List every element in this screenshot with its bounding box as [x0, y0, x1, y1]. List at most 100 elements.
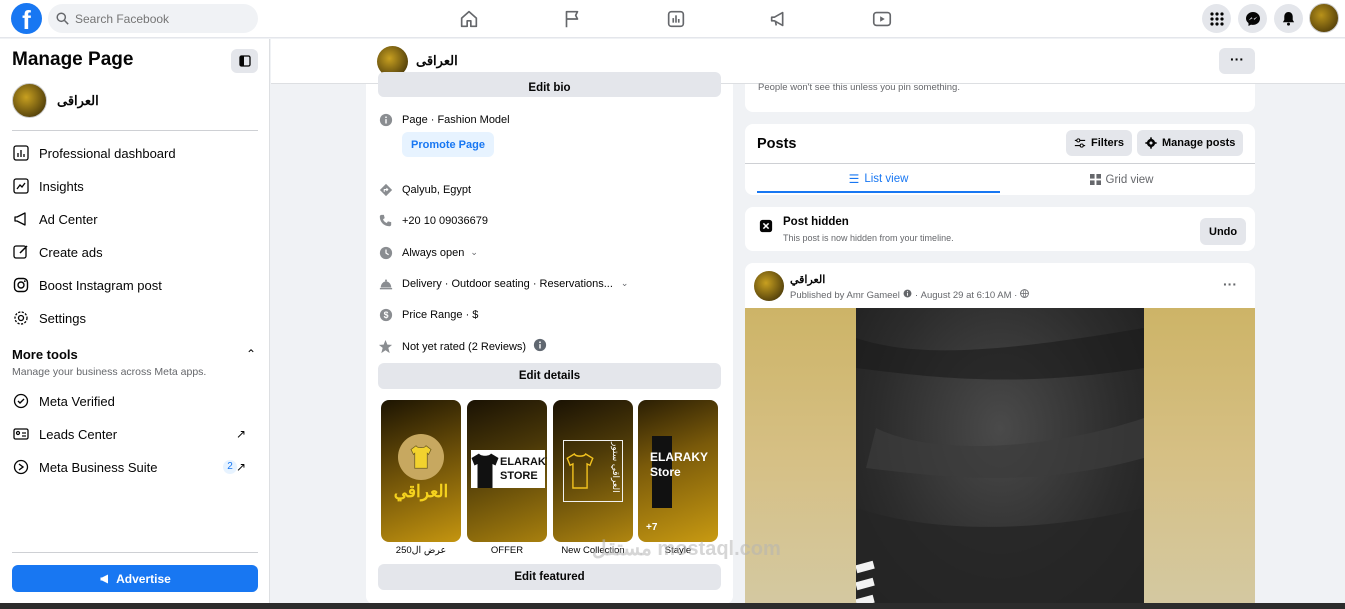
notification-badge: 2 — [223, 460, 237, 474]
insights-icon[interactable] — [665, 8, 687, 30]
filters-button[interactable]: Filters — [1066, 130, 1133, 156]
pinned-note: People won't see this unless you pin som… — [758, 82, 960, 93]
sidebar-item-meta-business-suite[interactable]: Meta Business Suite ↗ — [12, 455, 258, 479]
page-switcher[interactable]: العراقى — [12, 83, 99, 118]
published-by[interactable]: Published by Amr Gameel — [790, 290, 900, 301]
post-date[interactable]: August 29 at 6:10 AM — [921, 290, 1012, 301]
phone-icon — [378, 213, 393, 228]
gear-icon — [12, 309, 30, 327]
post-card: العراقي Published by Amr Gameel · August… — [745, 263, 1255, 609]
search-box[interactable] — [48, 4, 258, 33]
promote-page-button[interactable]: Promote Page — [402, 132, 494, 157]
tab-grid-view[interactable]: Grid view — [1000, 166, 1243, 193]
chevron-up-icon[interactable]: ⌃ — [246, 347, 256, 361]
post-media[interactable] — [745, 308, 1255, 609]
home-icon[interactable] — [458, 8, 480, 30]
clock-icon — [378, 245, 393, 260]
external-link-icon: ↗ — [235, 460, 246, 474]
top-navigation-bar: f — [0, 0, 1345, 38]
divider — [745, 163, 1255, 164]
post-more-button[interactable]: ··· — [1223, 276, 1237, 292]
megaphone-icon[interactable] — [768, 8, 790, 30]
menu-grid-button[interactable] — [1202, 4, 1231, 33]
pinned-post-card: People won't see this unless you pin som… — [745, 82, 1255, 112]
page-name: العراقى — [57, 92, 99, 108]
post-avatar[interactable] — [754, 271, 784, 301]
search-input[interactable] — [75, 11, 245, 26]
edit-featured-button[interactable]: Edit featured — [378, 564, 721, 590]
close-box-icon — [759, 219, 773, 233]
featured-art-text: ELARAKY Store — [650, 450, 708, 479]
sidebar-item-settings[interactable]: Settings — [12, 306, 258, 330]
more-tools-title[interactable]: More tools — [12, 347, 78, 362]
edit-details-button[interactable]: Edit details — [378, 363, 721, 389]
chevron-down-icon: ⌄ — [470, 247, 478, 257]
filter-icon — [1074, 138, 1086, 148]
featured-item[interactable]: ELARAKY Store +7 — [638, 400, 718, 542]
sidebar-item-meta-verified[interactable]: Meta Verified — [12, 389, 258, 413]
sidebar-item-create-ads[interactable]: Create ads — [12, 240, 258, 264]
messenger-icon — [1245, 11, 1260, 26]
bottom-scrollbar[interactable] — [0, 603, 1345, 609]
advertise-button[interactable]: Advertise — [12, 565, 258, 592]
phone-row: +20 10 09036679 — [378, 213, 488, 228]
hours-row[interactable]: Always open ⌄ — [378, 245, 478, 260]
sidebar-item-label: Boost Instagram post — [39, 277, 162, 293]
page-avatar — [12, 83, 47, 118]
video-frame — [856, 328, 1144, 609]
featured-art — [398, 434, 444, 480]
post-author[interactable]: العراقي — [790, 273, 825, 286]
sidebar-item-leads-center[interactable]: Leads Center ↗ — [12, 422, 258, 446]
tshirt-icon — [471, 453, 499, 488]
location-text: Qalyub, Egypt — [402, 183, 472, 196]
featured-item[interactable]: العراقي ستور — [553, 400, 633, 542]
sidebar-item-ad-center[interactable]: Ad Center — [12, 207, 258, 231]
gear-icon — [1145, 137, 1157, 149]
more-options-button[interactable]: ··· — [1219, 48, 1255, 74]
separator: · — [1011, 289, 1020, 301]
video-icon[interactable] — [871, 8, 893, 30]
sidebar-item-boost-instagram[interactable]: Boost Instagram post — [12, 273, 258, 297]
posts-card: Posts Filters Manage posts ☰ List view G… — [745, 124, 1255, 195]
more-tools-subtitle: Manage your business across Meta apps. — [12, 366, 207, 378]
account-avatar[interactable] — [1309, 3, 1339, 33]
business-suite-icon — [12, 458, 30, 476]
category-text: Page · Fashion Model — [402, 113, 510, 126]
hours-text: Always open — [402, 246, 465, 259]
sidebar-title: Manage Page — [12, 49, 134, 70]
divider — [12, 130, 258, 131]
post-video[interactable] — [856, 308, 1144, 609]
page-name[interactable]: العراقى — [416, 53, 458, 69]
tshirt-icon — [566, 453, 594, 489]
star-icon — [378, 339, 393, 354]
edit-bio-button[interactable]: Edit bio — [378, 72, 721, 97]
svg-text:$: $ — [383, 310, 388, 320]
services-row[interactable]: Delivery · Outdoor seating · Reservation… — [378, 276, 628, 291]
service-bell-icon — [378, 276, 393, 291]
bell-icon — [1282, 11, 1295, 26]
facebook-logo[interactable]: f — [11, 3, 42, 34]
notifications-button[interactable] — [1274, 4, 1303, 33]
sidebar-item-professional-dashboard[interactable]: Professional dashboard — [12, 141, 258, 165]
hidden-subtitle: This post is now hidden from your timeli… — [783, 233, 954, 243]
featured-item[interactable]: ELARAKY STORE — [467, 400, 547, 542]
pencil-icon — [12, 243, 30, 261]
tab-list-view[interactable]: ☰ List view — [757, 166, 1000, 193]
featured-item[interactable]: العراقي — [381, 400, 461, 542]
undo-button[interactable]: Undo — [1200, 218, 1247, 245]
tab-label: Grid view — [1105, 173, 1154, 186]
sidebar-collapse-button[interactable] — [231, 49, 258, 73]
posts-title: Posts — [757, 136, 797, 152]
post-meta: Published by Amr Gameel · August 29 at 6… — [790, 289, 1029, 301]
featured-label: OFFER — [490, 545, 524, 556]
location-row: Qalyub, Egypt — [378, 182, 471, 197]
search-icon — [56, 12, 69, 25]
manage-posts-button[interactable]: Manage posts — [1137, 130, 1244, 156]
grid-icon — [1089, 174, 1101, 185]
sidebar-item-insights[interactable]: Insights — [12, 174, 258, 198]
sidebar-item-label: Insights — [39, 178, 84, 194]
flag-icon[interactable] — [561, 8, 583, 30]
info-icon[interactable] — [533, 338, 547, 355]
dollar-icon: $ — [378, 307, 393, 322]
messenger-button[interactable] — [1238, 4, 1267, 33]
